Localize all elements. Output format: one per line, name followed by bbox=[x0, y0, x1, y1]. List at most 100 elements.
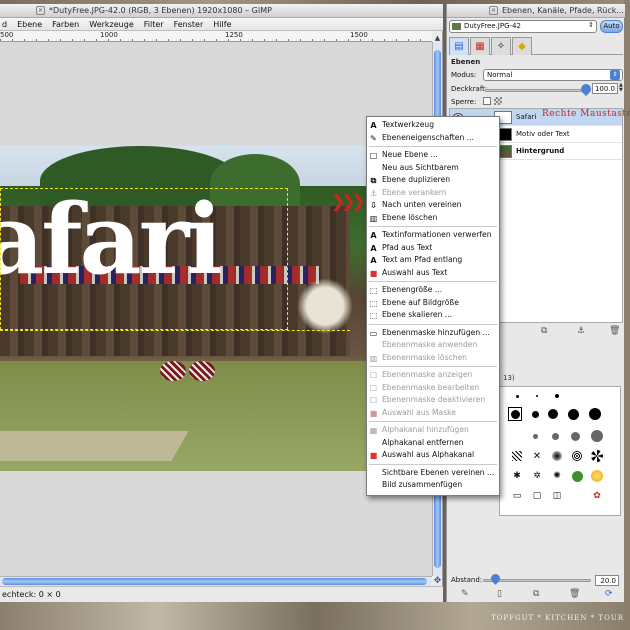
brush-item[interactable]: ✿ bbox=[590, 489, 604, 503]
menu-item-label: Auswahl aus Maske bbox=[382, 407, 456, 417]
tab-paths[interactable]: ✧ bbox=[491, 37, 511, 55]
menu-ebene[interactable]: Ebene bbox=[17, 20, 42, 29]
menu-separator bbox=[369, 281, 497, 282]
context-menu-item[interactable]: ✎ Ebeneneigenschaften ... bbox=[367, 132, 499, 144]
tab-channels[interactable]: ▦ bbox=[470, 37, 490, 55]
context-menu-item[interactable]: ▥ Ebene löschen bbox=[367, 212, 499, 224]
brush-item[interactable] bbox=[570, 449, 584, 463]
brush-item[interactable] bbox=[550, 389, 564, 403]
delete-brush-icon[interactable]: 🗑 bbox=[569, 589, 580, 599]
spacing-input[interactable]: 20.0 bbox=[595, 575, 619, 586]
menu-item[interactable]: d bbox=[2, 20, 7, 29]
layers-icon: ▤ bbox=[454, 41, 464, 52]
brush-item[interactable] bbox=[550, 449, 564, 463]
mode-value: Normal bbox=[487, 71, 513, 79]
menu-item-icon bbox=[369, 481, 378, 490]
context-menu-item[interactable]: A Text am Pfad entlang bbox=[367, 254, 499, 266]
opacity-slider[interactable] bbox=[485, 89, 589, 92]
lock-pixels-checkbox[interactable] bbox=[483, 97, 491, 105]
opacity-input[interactable]: 100.0 bbox=[592, 83, 618, 94]
brush-item[interactable] bbox=[510, 449, 524, 463]
ruler-tick: 1250 bbox=[225, 31, 243, 39]
brush-item[interactable] bbox=[588, 407, 602, 421]
brush-item[interactable]: ✺ bbox=[550, 469, 564, 483]
chevron-down-icon: ⇕ bbox=[588, 21, 594, 29]
dock-titlebar[interactable]: ✕ Ebenen, Kanäle, Pfade, Rück... bbox=[447, 4, 625, 18]
refresh-icon[interactable]: ⟳ bbox=[605, 589, 613, 599]
spacing-slider-handle[interactable] bbox=[489, 572, 502, 585]
scroll-up-arrow[interactable]: ▲ bbox=[434, 34, 441, 42]
opacity-spinner[interactable]: ▲ ▼ bbox=[619, 83, 624, 94]
mode-select[interactable]: Normal ⇕ bbox=[483, 69, 623, 81]
brush-item[interactable] bbox=[530, 389, 544, 403]
close-icon[interactable]: ✕ bbox=[36, 6, 45, 15]
brush-item[interactable]: ▢ bbox=[530, 489, 544, 503]
menu-hilfe[interactable]: Hilfe bbox=[213, 20, 231, 29]
context-menu-item[interactable]: ■ Auswahl aus Alphakanal bbox=[367, 449, 499, 461]
context-menu-item[interactable]: Bild zusammenfügen bbox=[367, 479, 499, 491]
photo-path bbox=[0, 431, 189, 461]
new-brush-icon[interactable]: ▯ bbox=[497, 589, 502, 599]
tab-undo[interactable]: ◆ bbox=[512, 37, 532, 55]
brush-item[interactable] bbox=[590, 449, 604, 463]
menu-filter[interactable]: Filter bbox=[144, 20, 164, 29]
image-selector[interactable]: DutyFree.JPG-42 ⇕ bbox=[449, 20, 597, 33]
brush-item[interactable]: ◫ bbox=[550, 489, 564, 503]
image-window-titlebar[interactable]: ✕ *DutyFree.JPG-42.0 (RGB, 3 Ebenen) 192… bbox=[0, 4, 443, 18]
menu-werkzeuge[interactable]: Werkzeuge bbox=[89, 20, 133, 29]
brush-item[interactable] bbox=[570, 469, 584, 483]
horizontal-scrollbar[interactable] bbox=[0, 576, 432, 586]
menu-farben[interactable]: Farben bbox=[52, 20, 79, 29]
ruler-tick: 1500 bbox=[350, 31, 368, 39]
delete-layer-icon[interactable]: 🗑 bbox=[609, 326, 620, 336]
context-menu-item[interactable]: ⧉ Ebene duplizieren bbox=[367, 174, 499, 186]
brush-item[interactable]: ✱ bbox=[510, 469, 524, 483]
context-menu-item[interactable]: ⇩ Nach unten vereinen bbox=[367, 199, 499, 211]
brush-item[interactable] bbox=[548, 429, 562, 443]
undo-history-icon: ◆ bbox=[518, 41, 526, 52]
brush-item[interactable] bbox=[566, 407, 580, 421]
menu-separator bbox=[369, 146, 497, 147]
brush-item[interactable] bbox=[508, 407, 522, 421]
context-menu-item[interactable]: Alphakanal entfernen bbox=[367, 437, 499, 449]
context-menu-item[interactable]: □ Neue Ebene ... bbox=[367, 149, 499, 161]
context-menu-item[interactable]: A Textwerkzeug bbox=[367, 119, 499, 131]
brush-item[interactable] bbox=[590, 469, 604, 483]
duplicate-layer-icon[interactable]: ⧉ bbox=[541, 326, 547, 336]
menu-separator bbox=[369, 463, 497, 465]
context-menu-item[interactable]: A Pfad aus Text bbox=[367, 242, 499, 254]
opacity-slider-handle[interactable] bbox=[578, 81, 594, 97]
context-menu-item[interactable]: ■ Auswahl aus Text bbox=[367, 267, 499, 279]
menu-item-label: Sichtbare Ebenen vereinen ... bbox=[382, 467, 495, 477]
brush-item[interactable] bbox=[546, 407, 560, 421]
edit-brush-icon[interactable]: ✎ bbox=[461, 589, 469, 599]
tab-layers[interactable]: ▤ bbox=[449, 37, 469, 55]
lock-alpha-icon[interactable] bbox=[494, 97, 502, 105]
brush-item[interactable] bbox=[528, 407, 542, 421]
brush-item[interactable]: ▭ bbox=[510, 489, 524, 503]
menu-fenster[interactable]: Fenster bbox=[174, 20, 204, 29]
menu-item-icon: ⚓ bbox=[369, 188, 378, 198]
brush-item[interactable] bbox=[528, 429, 542, 443]
context-menu-item[interactable]: ⬚ Ebenengröße ... bbox=[367, 284, 499, 296]
auto-button[interactable]: Auto bbox=[600, 20, 623, 33]
brush-item[interactable]: ✕ bbox=[530, 449, 544, 463]
brush-item[interactable] bbox=[510, 389, 524, 403]
selection-marquee bbox=[0, 330, 350, 331]
anchor-layer-icon[interactable]: ⚓ bbox=[577, 326, 585, 336]
context-menu-item[interactable]: A Textinformationen verwerfen bbox=[367, 229, 499, 241]
close-icon[interactable]: ✕ bbox=[489, 6, 498, 15]
navigate-icon[interactable]: ✥ bbox=[433, 577, 442, 586]
scroll-thumb[interactable] bbox=[2, 578, 427, 585]
brush-item[interactable] bbox=[568, 429, 582, 443]
context-menu-item[interactable]: ⬚ Ebene skalieren ... bbox=[367, 309, 499, 321]
context-menu-item[interactable]: ▭ Ebenenmaske hinzufügen ... bbox=[367, 327, 499, 339]
brush-item[interactable]: ✲ bbox=[530, 469, 544, 483]
menu-item-icon: A bbox=[370, 243, 377, 253]
brush-item[interactable] bbox=[590, 429, 604, 443]
context-menu-item[interactable]: ⬚ Ebene auf Bildgröße bbox=[367, 297, 499, 309]
context-menu-item[interactable]: Neu aus Sichtbarem bbox=[367, 162, 499, 174]
context-menu-item[interactable]: Sichtbare Ebenen vereinen ... bbox=[367, 467, 499, 479]
menu-item-icon: ▭ bbox=[369, 328, 378, 338]
duplicate-brush-icon[interactable]: ⧉ bbox=[533, 589, 539, 599]
